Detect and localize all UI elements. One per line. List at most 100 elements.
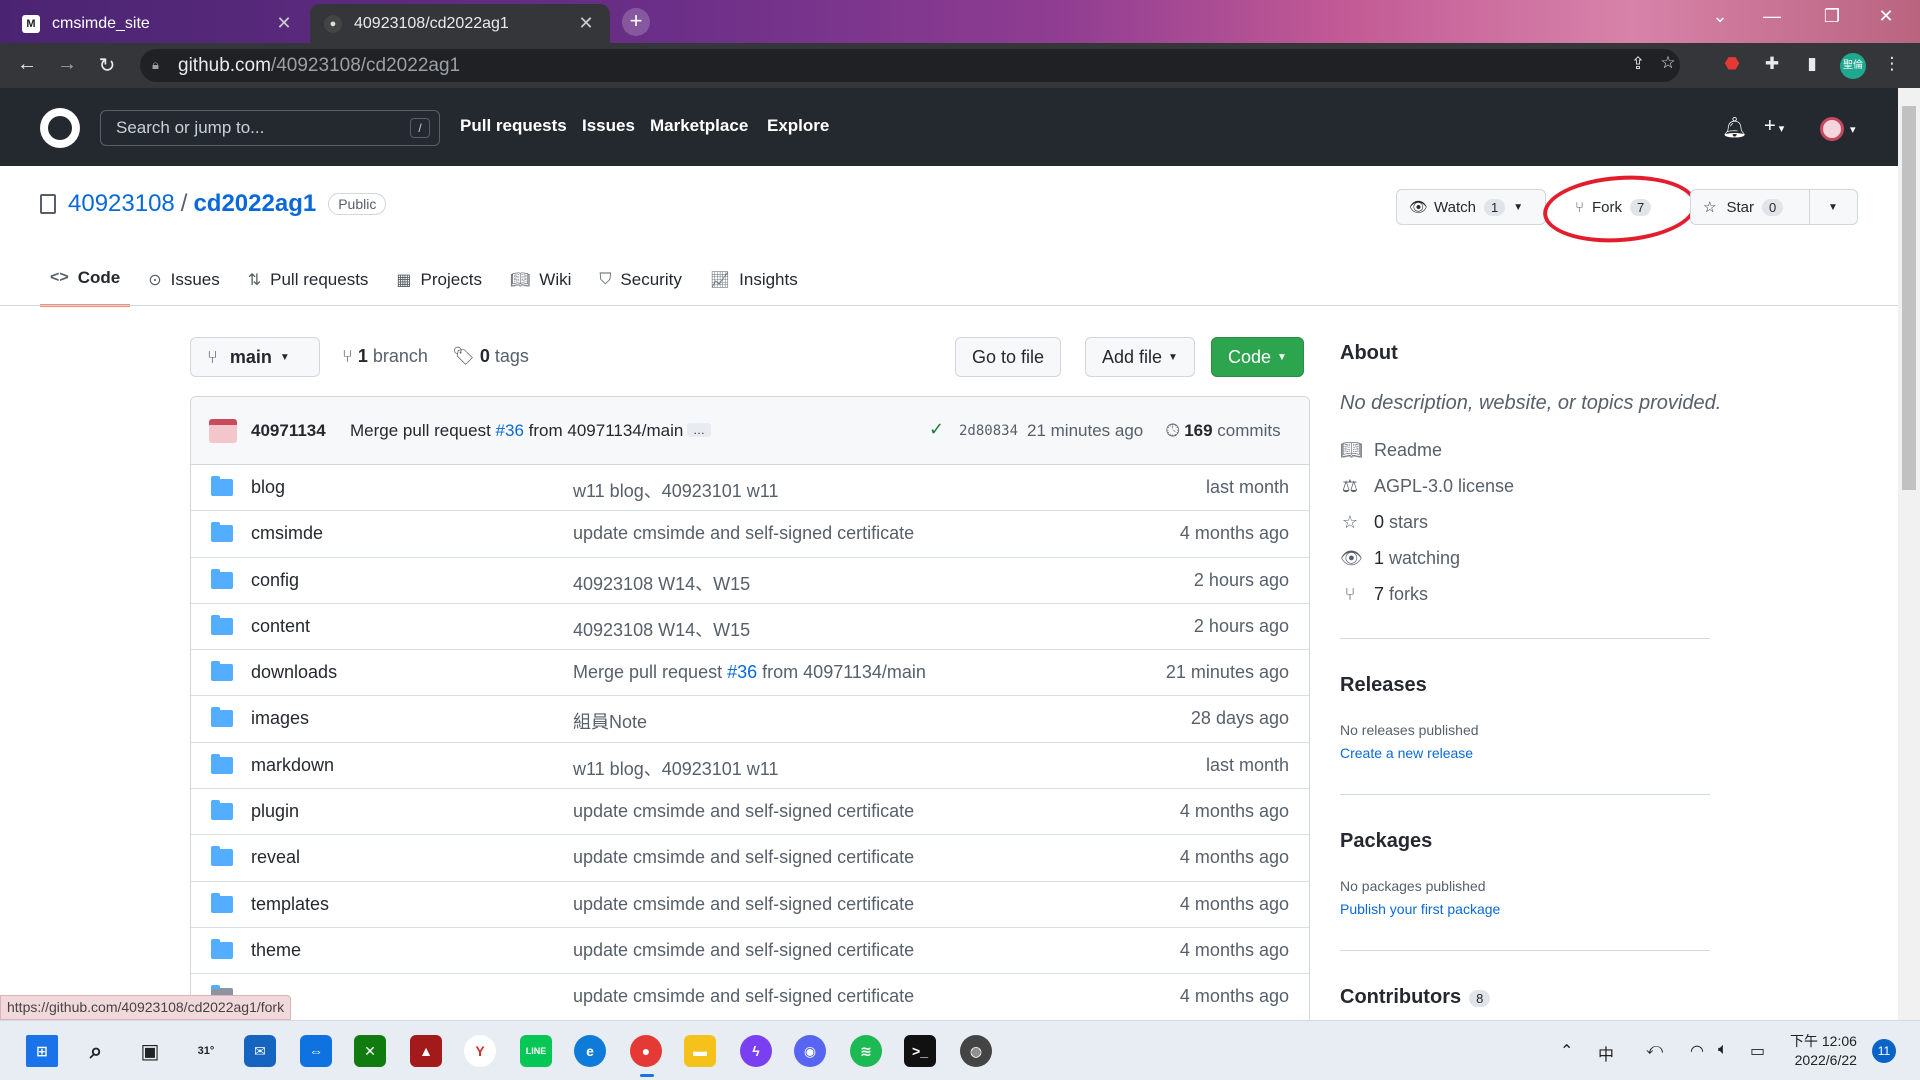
tags-link[interactable]: 🏷︎ 0 tags (452, 346, 529, 367)
file-name[interactable]: images (251, 708, 309, 729)
tab-issues[interactable]: ⊙ Issues (138, 260, 230, 307)
code-button[interactable]: Code ▼ (1211, 337, 1304, 377)
file-commit-message[interactable]: update cmsimde and self-signed certifica… (573, 847, 914, 868)
file-name[interactable]: markdown (251, 755, 334, 776)
contributors-heading[interactable]: Contributors 8 (1340, 986, 1491, 1009)
notification-badge[interactable]: 11 (1872, 1039, 1896, 1063)
side-panel-icon[interactable]: ▮ (1800, 54, 1824, 74)
restore-button[interactable]: ❐ (1812, 6, 1852, 27)
opera-icon[interactable]: Y (464, 1035, 496, 1067)
search-icon[interactable]: ⌕ (80, 1035, 112, 1067)
commit-sha[interactable]: 2d80834 (959, 423, 1018, 439)
file-row[interactable]: markdown w11 blog、40923101 w11 last month (191, 743, 1309, 790)
browser-menu-icon[interactable]: ⋮ (1880, 54, 1904, 74)
tab-insights[interactable]: 📈︎ Insights (700, 260, 808, 307)
chrome-browser-icon[interactable]: ● (630, 1035, 662, 1067)
globe-app-icon[interactable]: ◍ (960, 1035, 992, 1067)
file-commit-message[interactable]: 40923108 W14、W15 (573, 570, 750, 596)
file-row[interactable]: theme update cmsimde and self-signed cert… (191, 928, 1309, 975)
extensions-puzzle-icon[interactable]: ✚ (1760, 54, 1784, 74)
extension-adblock-icon[interactable]: ⬣ (1720, 54, 1744, 74)
bookmark-star-icon[interactable]: ☆ (1656, 53, 1680, 73)
close-tab-icon[interactable]: ✕ (576, 13, 596, 34)
file-commit-message[interactable]: update cmsimde and self-signed certifica… (573, 986, 914, 1007)
watching-link[interactable]: 👁︎ 1 watching (1340, 548, 1460, 569)
nav-pull-requests[interactable]: Pull requests (460, 116, 567, 136)
spotify-icon[interactable]: ≋ (850, 1035, 882, 1067)
file-commit-message[interactable]: 40923108 W14、W15 (573, 616, 750, 642)
start-windows-icon[interactable]: ⊞ (26, 1035, 58, 1067)
game-app-icon[interactable]: ▲ (410, 1035, 442, 1067)
tab-pull-requests[interactable]: ⇅ Pull requests (238, 260, 379, 307)
profile-avatar[interactable]: 聖倫 (1840, 53, 1866, 79)
file-name[interactable]: downloads (251, 662, 337, 683)
repo-owner-link[interactable]: 40923108 (68, 190, 175, 218)
wifi-icon[interactable]: ◠ (1690, 1041, 1704, 1061)
file-row[interactable]: images 組員Note 28 days ago (191, 696, 1309, 743)
check-icon[interactable]: ✓ (929, 419, 944, 440)
ime-indicator[interactable]: 中 (1598, 1041, 1614, 1065)
reload-icon[interactable]: ↻ (94, 53, 120, 78)
file-commit-message[interactable]: update cmsimde and self-signed certifica… (573, 894, 914, 915)
file-commit-message[interactable]: Merge pull request #36 from 40971134/mai… (573, 662, 926, 683)
discord-icon[interactable]: ◉ (794, 1035, 826, 1067)
xbox-icon[interactable]: ✕ (354, 1035, 386, 1067)
avatar-caret-icon[interactable]: ▾ (1850, 123, 1856, 136)
browser-tab-github[interactable]: ● 40923108/cd2022ag1 ✕ (310, 4, 610, 43)
nav-marketplace[interactable]: Marketplace (650, 116, 748, 136)
file-row[interactable]: reveal update cmsimde and self-signed cer… (191, 835, 1309, 882)
mail-icon[interactable]: ✉ (244, 1035, 276, 1067)
star-button[interactable]: ☆ Star 0 (1691, 190, 1809, 224)
search-input[interactable]: Search or jump to... / (100, 110, 440, 146)
new-tab-button[interactable]: + (622, 8, 650, 36)
file-row[interactable]: templates update cmsimde and self-signed … (191, 882, 1309, 928)
edge-browser-icon[interactable]: e (574, 1035, 606, 1067)
pr-link[interactable]: #36 (496, 421, 524, 440)
watch-button[interactable]: 👁︎ Watch 1 ▼ (1397, 190, 1535, 224)
github-logo-icon[interactable] (40, 108, 80, 148)
file-row[interactable]: config 40923108 W14、W15 2 hours ago (191, 558, 1309, 604)
file-row[interactable]: downloads Merge pull request #36 from 409… (191, 650, 1309, 697)
file-name[interactable]: blog (251, 477, 285, 498)
terminal-icon[interactable]: >_ (904, 1035, 936, 1067)
share-icon[interactable]: ⇪ (1626, 54, 1650, 74)
file-row[interactable]: content 40923108 W14、W15 2 hours ago (191, 604, 1309, 651)
browser-tab-cmsimde[interactable]: M cmsimde_site ✕ (8, 4, 308, 43)
weather-widget[interactable]: 31° (190, 1035, 222, 1067)
tab-projects[interactable]: ▦ Projects (386, 260, 492, 307)
file-commit-message[interactable]: update cmsimde and self-signed certifica… (573, 940, 914, 961)
battery-icon[interactable]: ▭ (1750, 1041, 1765, 1061)
nav-issues[interactable]: Issues (582, 116, 635, 136)
tab-wiki[interactable]: 📖︎ Wiki (500, 260, 581, 307)
packages-heading[interactable]: Packages (1340, 830, 1432, 853)
file-name[interactable]: cmsimde (251, 523, 323, 544)
tab-code[interactable]: <> Code (40, 260, 131, 307)
file-row[interactable]: update cmsimde and self-signed certifica… (191, 974, 1309, 1021)
nav-explore[interactable]: Explore (767, 116, 829, 136)
forks-link[interactable]: ⑂ 7 forks (1340, 584, 1428, 605)
stars-link[interactable]: ☆ 0 stars (1340, 512, 1428, 533)
branches-link[interactable]: ⑂ 1 branch (342, 346, 428, 367)
file-commit-message[interactable]: update cmsimde and self-signed certifica… (573, 523, 914, 544)
tab-search-icon[interactable]: ⌄ (1700, 6, 1740, 27)
branch-selector[interactable]: ⑂ main ▼ (190, 337, 320, 377)
create-release-link[interactable]: Create a new release (1340, 745, 1473, 761)
readme-link[interactable]: 📖︎ Readme (1340, 440, 1442, 461)
releases-heading[interactable]: Releases (1340, 674, 1427, 697)
go-to-file-button[interactable]: Go to file (955, 337, 1062, 377)
repo-name-link[interactable]: cd2022ag1 (193, 190, 316, 218)
license-link[interactable]: ⚖ AGPL-3.0 license (1340, 476, 1514, 497)
file-name[interactable]: config (251, 570, 299, 591)
file-name[interactable]: content (251, 616, 310, 637)
pr-link[interactable]: #36 (727, 662, 757, 682)
lock-icon[interactable]: 🔒︎ (152, 57, 159, 73)
file-explorer-icon[interactable]: ▬ (684, 1035, 716, 1067)
file-row[interactable]: plugin update cmsimde and self-signed cer… (191, 789, 1309, 836)
author-avatar[interactable] (209, 419, 237, 443)
commit-expand-button[interactable]: … (687, 423, 711, 437)
user-avatar[interactable] (1820, 117, 1844, 141)
volume-icon[interactable]: 🔈︎ (1718, 1041, 1728, 1059)
file-name[interactable]: reveal (251, 847, 300, 868)
file-commit-message[interactable]: 組員Note (573, 708, 647, 734)
tab-security[interactable]: ⛉ Security (589, 260, 691, 307)
